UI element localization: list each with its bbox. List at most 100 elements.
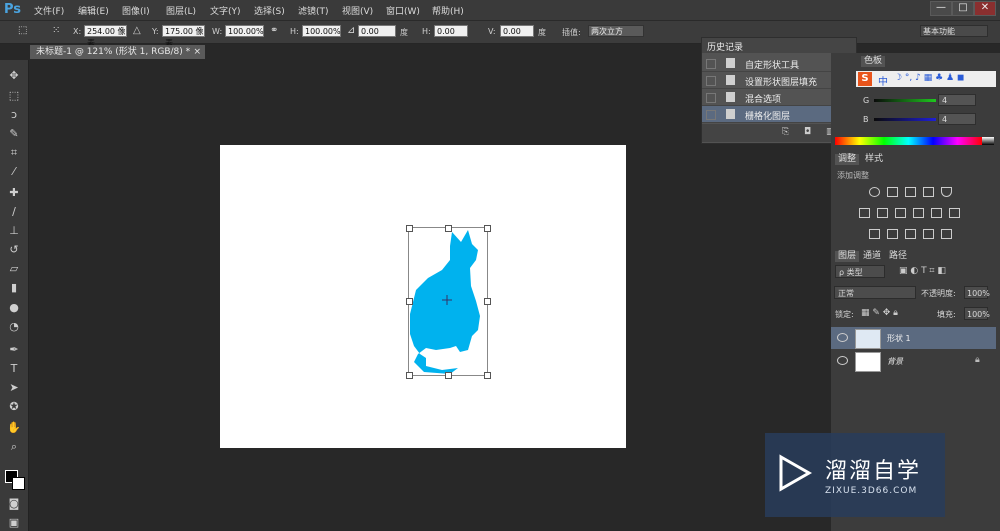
link-icon[interactable]: ⚭ [270, 25, 278, 36]
quick-mask-icon[interactable]: ◙ [6, 496, 22, 512]
layer-row-shape[interactable]: 形状 1 [831, 327, 996, 349]
handle-right[interactable] [484, 298, 491, 305]
interpolation-select[interactable]: 两次立方 [588, 25, 644, 37]
menu-filter[interactable]: 滤镜(T) [298, 4, 329, 17]
handle-bottom-left[interactable] [406, 372, 413, 379]
history-checkbox[interactable] [706, 76, 716, 86]
curves-icon[interactable] [905, 187, 916, 197]
quick-select-tool-icon[interactable]: ✎ [6, 126, 22, 142]
zoom-tool-icon[interactable]: ⌕ [6, 439, 22, 455]
marquee-tool-icon[interactable]: ⬚ [6, 88, 22, 104]
photo-filter-icon[interactable] [913, 208, 924, 218]
relative-position-icon[interactable]: △ [133, 25, 141, 36]
shape-tool-icon[interactable]: ✪ [6, 399, 22, 415]
levels-icon[interactable] [887, 187, 898, 197]
document-tab[interactable]: 未标题-1 @ 121% (形状 1, RGB/8) * × [30, 45, 205, 59]
eye-icon[interactable] [837, 333, 848, 342]
fill-field[interactable]: 100% [964, 307, 990, 320]
history-title[interactable]: 历史记录 [707, 40, 743, 53]
color-lookup-icon[interactable] [949, 208, 960, 218]
x-field[interactable]: 254.00 像素 [84, 25, 127, 48]
tab-layers[interactable]: 图层 [835, 251, 860, 262]
healing-brush-tool-icon[interactable]: ✚ [6, 185, 22, 201]
workspace-select[interactable]: 基本功能 [920, 25, 988, 37]
menu-file[interactable]: 文件(F) [34, 4, 64, 17]
ime-icons[interactable]: ☽ °, ♪ ▦ ♣ ♟ ◼ [894, 73, 964, 83]
lock-icons[interactable]: ▦ ✎ ✥ 🔒︎ [861, 308, 898, 318]
brush-tool-icon[interactable]: ∕ [6, 204, 22, 220]
menu-image[interactable]: 图像(I) [122, 4, 150, 17]
handle-top[interactable] [445, 225, 452, 232]
threshold-icon[interactable] [905, 229, 916, 239]
eyedropper-tool-icon[interactable]: ⁄ [6, 164, 22, 180]
transform-bounding-box[interactable] [406, 225, 491, 379]
eye-icon[interactable] [837, 356, 848, 365]
screen-mode-icon[interactable]: ▣ [6, 515, 22, 531]
opacity-field[interactable]: 100% [964, 286, 990, 299]
tab-paths[interactable]: 路径 [889, 251, 907, 262]
history-checkbox[interactable] [706, 59, 716, 69]
blur-tool-icon[interactable]: ● [6, 300, 22, 316]
close-window-button[interactable]: ✕ [974, 1, 996, 16]
color-balance-icon[interactable] [877, 208, 888, 218]
stamp-tool-icon[interactable]: ⊥ [6, 223, 22, 239]
black-white-icon[interactable] [895, 208, 906, 218]
y-field[interactable]: 175.00 像素 [162, 25, 205, 48]
menu-help[interactable]: 帮助(H) [432, 4, 464, 17]
tab-adjustments[interactable]: 调整 [835, 154, 860, 165]
menu-layer[interactable]: 图层(L) [166, 4, 196, 17]
hand-tool-icon[interactable]: ✋ [6, 420, 22, 436]
angle-field[interactable]: 0.00 [358, 25, 396, 37]
blend-mode-select[interactable]: 正常 [834, 286, 916, 299]
color-ramp[interactable] [835, 137, 982, 145]
layer-row-background[interactable]: 背景 🔒︎ [831, 350, 996, 372]
transform-tool-icon[interactable]: ⬚ [18, 25, 27, 36]
invert-icon[interactable] [869, 229, 880, 239]
tab-swatches[interactable]: 色板 [861, 56, 886, 67]
pen-tool-icon[interactable]: ✒ [6, 342, 22, 358]
type-tool-icon[interactable]: T [6, 361, 22, 377]
maximize-button[interactable]: □ [952, 1, 974, 16]
gradient-map-icon[interactable] [941, 229, 952, 239]
path-select-tool-icon[interactable]: ➤ [6, 380, 22, 396]
handle-bottom[interactable] [445, 372, 452, 379]
menu-select[interactable]: 选择(S) [254, 4, 285, 17]
layer-filter-select[interactable]: ρ 类型 [835, 265, 885, 278]
menu-window[interactable]: 窗口(W) [386, 4, 420, 17]
move-tool-icon[interactable]: ✥ [6, 68, 22, 84]
menu-view[interactable]: 视图(V) [342, 4, 373, 17]
hue-saturation-icon[interactable] [859, 208, 870, 218]
handle-top-left[interactable] [406, 225, 413, 232]
eraser-tool-icon[interactable]: ▱ [6, 261, 22, 277]
exposure-icon[interactable] [923, 187, 934, 197]
channel-mixer-icon[interactable] [931, 208, 942, 218]
snapshot-icon[interactable]: ◘ [804, 127, 811, 137]
vibrance-icon[interactable] [941, 187, 952, 197]
brightness-icon[interactable] [869, 187, 880, 197]
handle-top-right[interactable] [484, 225, 491, 232]
history-checkbox[interactable] [706, 93, 716, 103]
ime-language-label[interactable]: 中 [878, 73, 888, 88]
height-field[interactable]: 100.00% [302, 25, 341, 37]
minimize-button[interactable]: — [930, 1, 952, 16]
b-slider[interactable] [874, 118, 936, 121]
gradient-tool-icon[interactable]: ▮ [6, 280, 22, 296]
selective-color-icon[interactable] [923, 229, 934, 239]
menu-edit[interactable]: 编辑(E) [78, 4, 109, 17]
handle-bottom-right[interactable] [484, 372, 491, 379]
crop-tool-icon[interactable]: ⌗ [6, 145, 22, 161]
vskew-field[interactable]: 0.00 [500, 25, 534, 37]
tab-styles[interactable]: 样式 [865, 154, 883, 165]
history-brush-tool-icon[interactable]: ↺ [6, 242, 22, 258]
new-document-icon[interactable]: ⎘ [782, 127, 789, 137]
tab-channels[interactable]: 通道 [863, 251, 881, 262]
bw-ramp[interactable] [982, 137, 994, 145]
hskew-field[interactable]: 0.00 [434, 25, 468, 37]
lasso-tool-icon[interactable]: ↄ [6, 107, 22, 123]
background-color-swatch[interactable] [12, 477, 25, 490]
g-value[interactable]: 4 [938, 94, 976, 106]
width-field[interactable]: 100.00% [225, 25, 264, 37]
g-slider[interactable] [874, 99, 936, 102]
dodge-tool-icon[interactable]: ◔ [6, 319, 22, 335]
b-value[interactable]: 4 [938, 113, 976, 125]
